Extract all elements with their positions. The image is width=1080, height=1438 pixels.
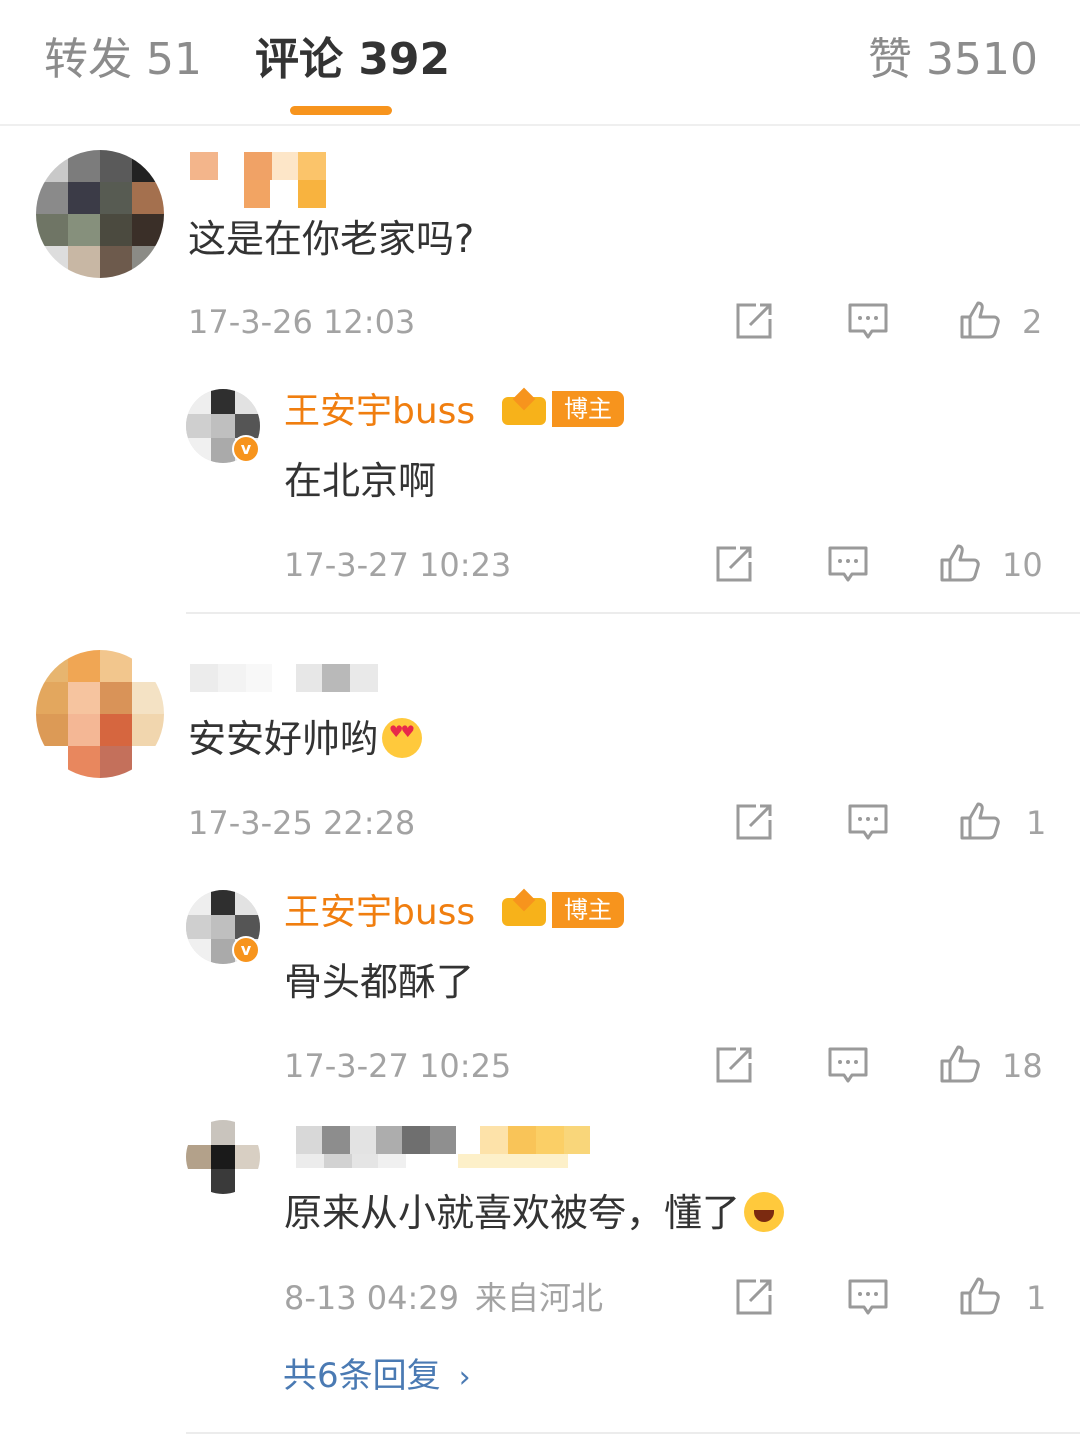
like-icon[interactable]	[958, 798, 1002, 842]
comment-icon[interactable]	[846, 800, 890, 844]
crown-icon	[496, 888, 552, 930]
avatar[interactable]	[186, 1120, 260, 1194]
username-blurred-lower	[296, 1154, 568, 1168]
comment-text: 这是在你老家吗?	[188, 217, 475, 261]
more-replies-link[interactable]: 共6条回复 ›	[283, 1355, 471, 1399]
forward-icon[interactable]	[732, 1275, 776, 1319]
active-tab-indicator	[290, 106, 392, 115]
blogger-badge: 博主	[496, 888, 624, 930]
tab-comments[interactable]: 评论 392	[255, 30, 450, 90]
comment-icon[interactable]	[826, 1043, 870, 1087]
like-icon[interactable]	[958, 297, 1002, 341]
crown-icon	[496, 387, 552, 429]
reply-username[interactable]: 王安宇buss	[284, 389, 475, 435]
reply-text: 在北京啊	[284, 459, 437, 503]
verified-icon: v	[232, 435, 260, 463]
comment-icon[interactable]	[846, 1275, 890, 1319]
comment-text: 安安好帅哟	[188, 714, 423, 764]
like-count: 1	[1026, 804, 1047, 842]
reply-time: 17-3-27 10:25	[284, 1047, 512, 1085]
like-icon[interactable]	[958, 1273, 1002, 1317]
like-count: 10	[1002, 546, 1043, 584]
reply-time: 17-3-27 10:23	[284, 546, 512, 584]
forward-icon[interactable]	[712, 1043, 756, 1087]
forward-icon[interactable]	[712, 542, 756, 586]
tab-likes[interactable]: 赞 3510	[868, 30, 1038, 90]
avatar[interactable]	[36, 650, 164, 778]
like-icon[interactable]	[938, 540, 982, 584]
verified-icon: v	[232, 936, 260, 964]
username-blurred[interactable]	[296, 1126, 590, 1154]
like-count: 2	[1022, 303, 1043, 341]
username-blurred[interactable]	[190, 152, 326, 180]
blogger-badge: 博主	[496, 387, 624, 429]
username-blurred[interactable]	[190, 664, 378, 692]
comment-icon[interactable]	[826, 542, 870, 586]
like-icon[interactable]	[938, 1041, 982, 1085]
comment-icon[interactable]	[846, 299, 890, 343]
divider	[186, 1432, 1080, 1434]
reply-location: 来自河北	[475, 1279, 604, 1317]
heart-eyes-emoji	[382, 718, 423, 758]
reply-meta: 8-13 04:29 来自河北	[284, 1279, 604, 1317]
forward-icon[interactable]	[732, 800, 776, 844]
reply-text: 骨头都酥了	[284, 960, 475, 1004]
avatar[interactable]	[36, 150, 164, 278]
comment-time: 17-3-26 12:03	[188, 303, 416, 341]
username-blurred-lower	[244, 180, 326, 208]
like-count: 18	[1002, 1047, 1043, 1085]
like-count: 1	[1026, 1279, 1047, 1317]
forward-icon[interactable]	[732, 299, 776, 343]
reply-username[interactable]: 王安宇buss	[284, 890, 475, 936]
chevron-right-icon: ›	[458, 1360, 471, 1395]
reply-text: 原来从小就喜欢被夸，懂了	[284, 1188, 785, 1238]
tab-repost[interactable]: 转发 51	[44, 30, 202, 90]
grin-emoji	[744, 1192, 785, 1232]
tab-bar: 转发 51 评论 392 赞 3510	[0, 0, 1080, 126]
divider	[186, 612, 1080, 614]
comment-time: 17-3-25 22:28	[188, 804, 416, 842]
